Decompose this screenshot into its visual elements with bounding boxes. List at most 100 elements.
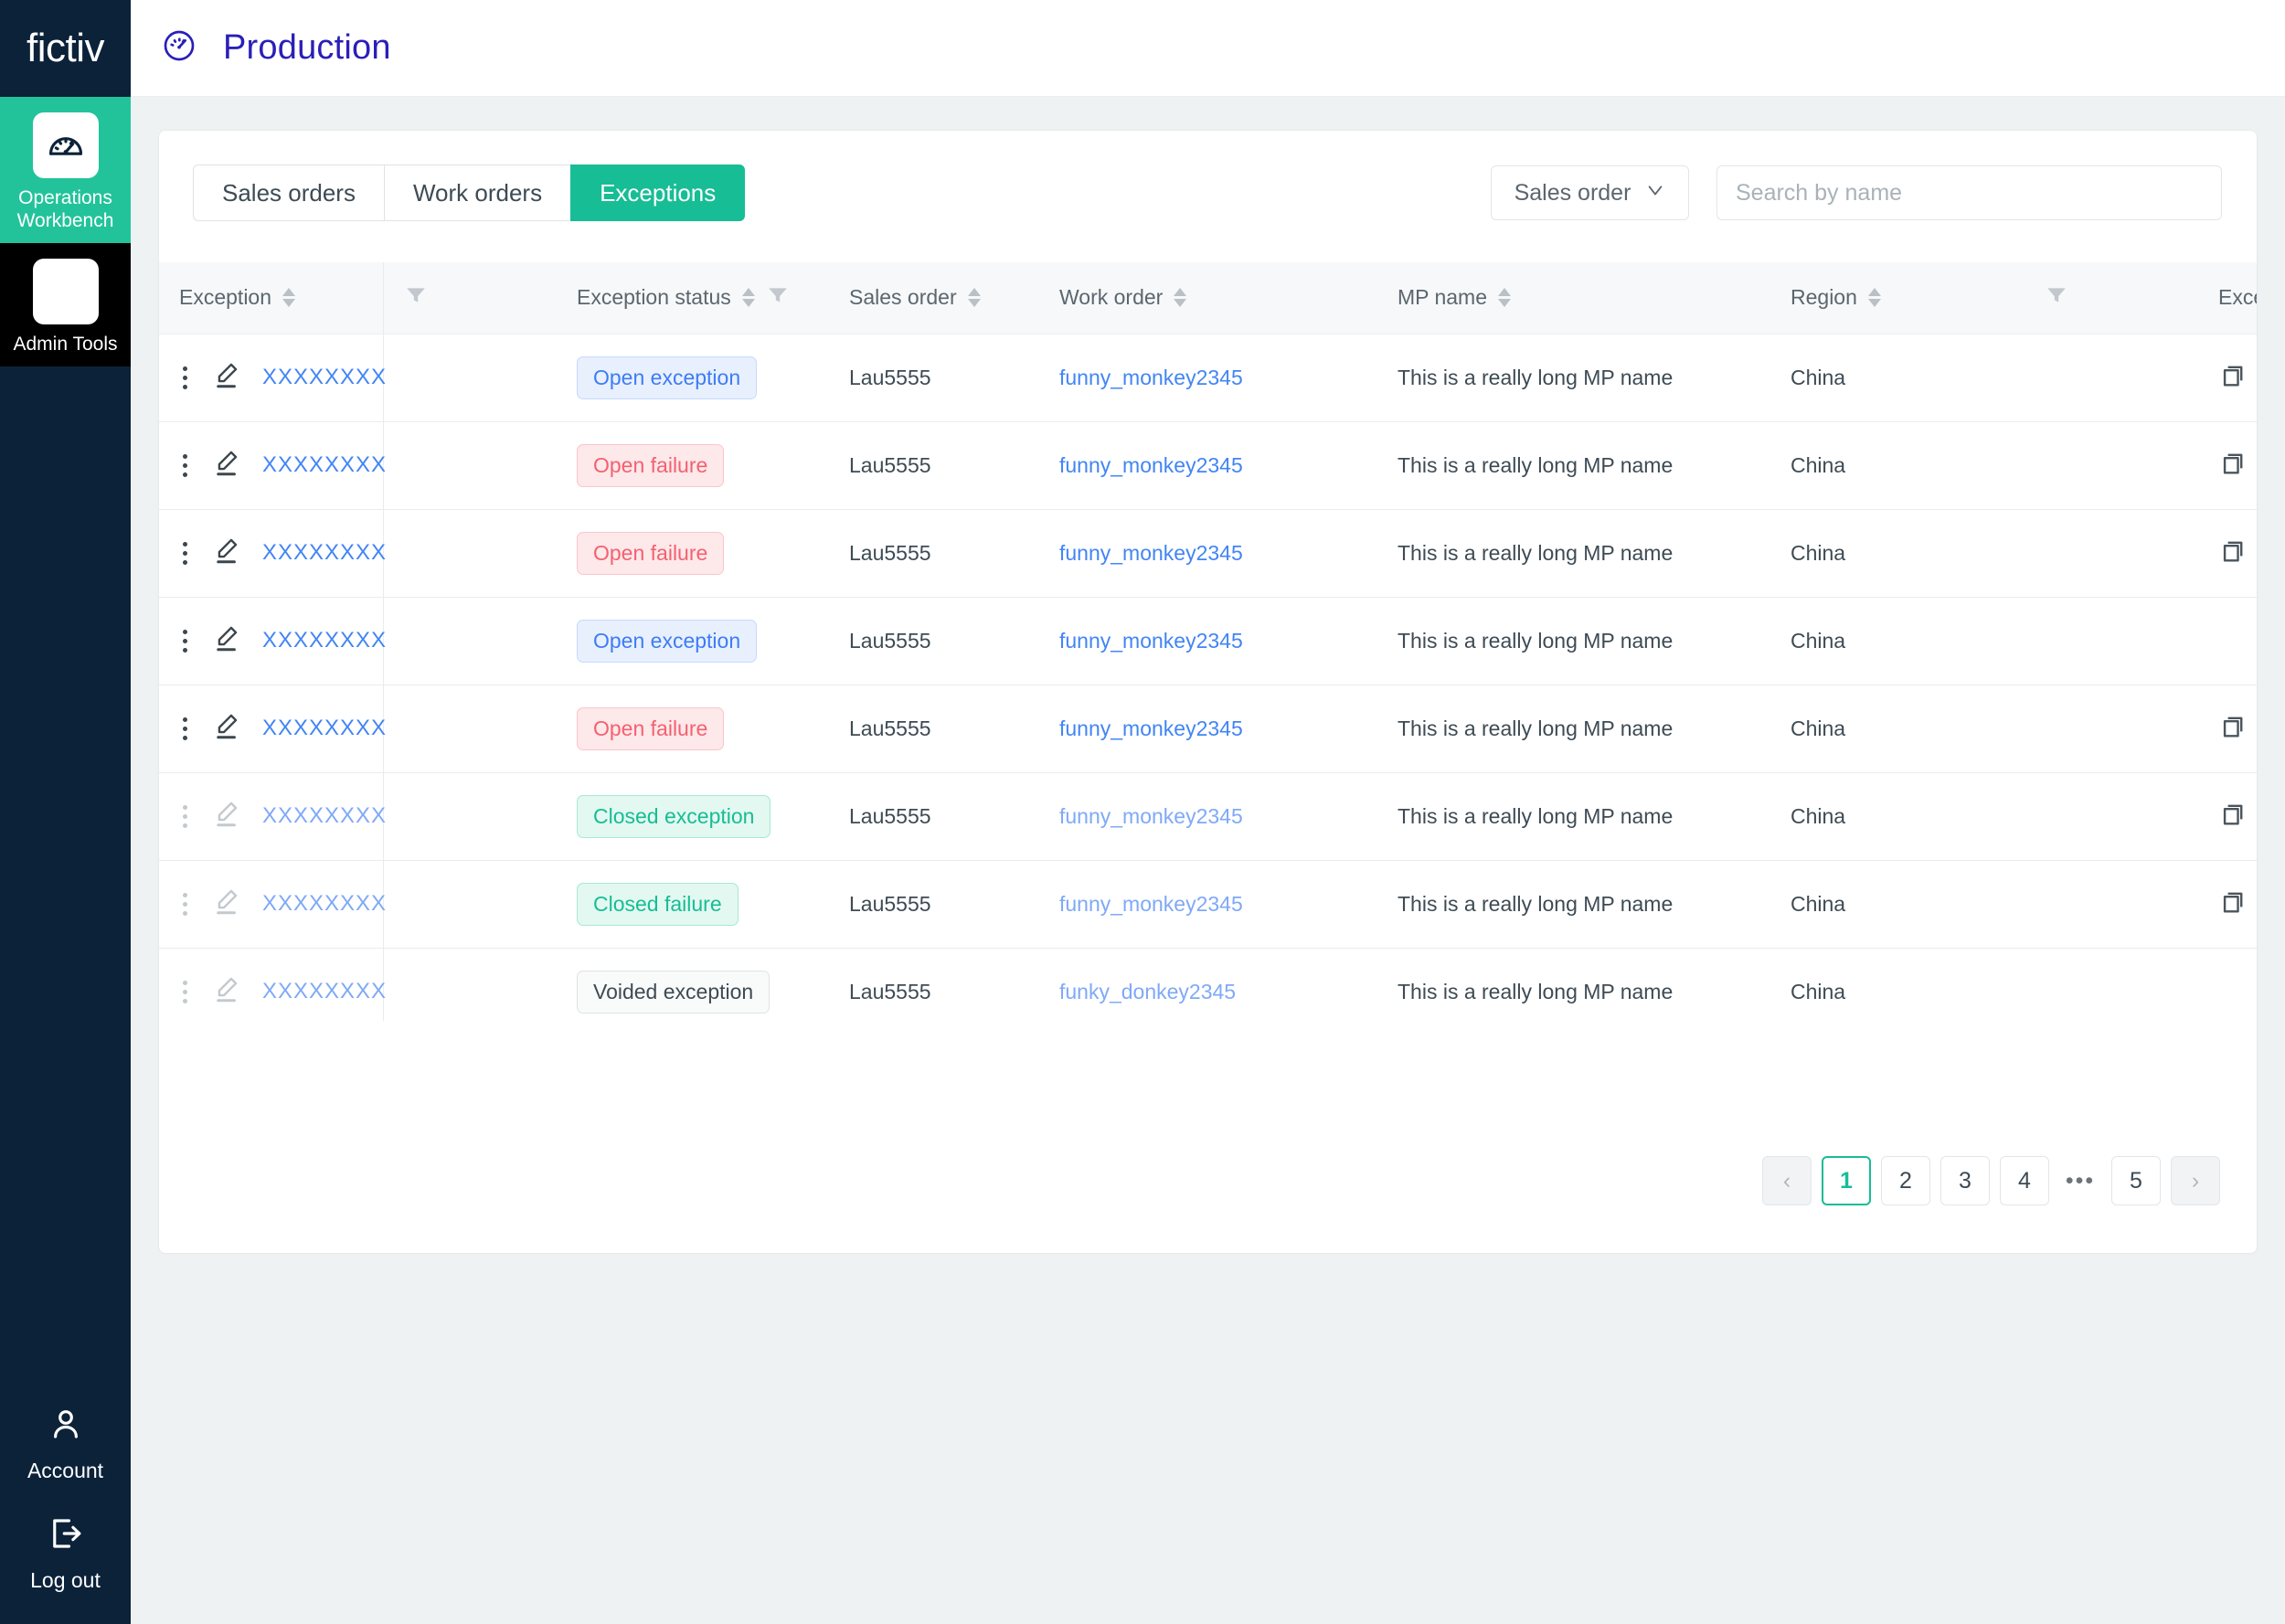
exception-link[interactable]: XXXXXXXX (262, 628, 387, 653)
cell-region-filter (2025, 772, 2198, 861)
exceptions-table: Exception Exception status Sales order W… (159, 262, 2257, 1021)
table-row[interactable]: XXXXXXXX Closed exception Lau5555 funny_… (159, 772, 2257, 861)
exception-link[interactable]: XXXXXXXX (262, 540, 387, 566)
table-row[interactable]: XXXXXXXX Closed failure Lau5555 funny_mo… (159, 860, 2257, 949)
row-menu-icon[interactable] (179, 538, 191, 568)
pagination-next[interactable]: › (2171, 1156, 2220, 1205)
edit-icon[interactable] (211, 886, 242, 922)
table-row[interactable]: XXXXXXXX Voided exception Lau5555 funky_… (159, 948, 2257, 1021)
cell-exception-status: Open failure (557, 421, 829, 510)
cell-sales-order: Lau5555 (829, 334, 1039, 422)
tab-work-orders[interactable]: Work orders (383, 165, 571, 221)
work-order-link[interactable]: funky_donkey2345 (1059, 980, 1236, 1003)
row-menu-icon[interactable] (179, 977, 191, 1007)
cell-sales-order: Lau5555 (829, 860, 1039, 949)
row-menu-icon[interactable] (179, 714, 191, 744)
search-box[interactable] (1716, 165, 2222, 220)
edit-icon[interactable] (211, 359, 242, 396)
exception-link[interactable]: XXXXXXXX (262, 452, 387, 478)
filter-icon[interactable] (2045, 288, 2068, 312)
sidebar-item-logout[interactable]: Log out (0, 1514, 131, 1624)
pagination-page-2[interactable]: 2 (1881, 1156, 1930, 1205)
col-header-mp-name[interactable]: MP name (1377, 262, 1770, 334)
row-menu-icon[interactable] (179, 889, 191, 919)
col-header-exception-type[interactable]: Exception ty (2198, 262, 2257, 334)
pagination: ‹ 1 2 3 4 ••• 5 › (1762, 1156, 2220, 1205)
pagination-page-1[interactable]: 1 (1822, 1156, 1871, 1205)
sort-icon[interactable] (967, 288, 981, 308)
edit-icon[interactable] (211, 622, 242, 659)
edit-icon[interactable] (211, 447, 242, 483)
tab-group: Sales orders Work orders Exceptions (193, 165, 746, 221)
exception-link[interactable]: XXXXXXXX (262, 365, 387, 390)
col-header-region[interactable]: Region (1770, 262, 2025, 334)
table-header: Exception Exception status Sales order W… (159, 262, 2257, 334)
exceptions-table-scroll[interactable]: Exception Exception status Sales order W… (159, 262, 2257, 1021)
copy-icon[interactable] (2218, 804, 2249, 833)
table-row[interactable]: XXXXXXXX Open exception Lau5555 funny_mo… (159, 597, 2257, 685)
edit-icon[interactable] (211, 798, 242, 834)
tab-exceptions[interactable]: Exceptions (570, 165, 746, 221)
work-order-link[interactable]: funny_monkey2345 (1059, 892, 1243, 916)
edit-icon[interactable] (211, 710, 242, 747)
sort-icon[interactable] (1174, 288, 1187, 308)
exception-link[interactable]: XXXXXXXX (262, 979, 387, 1004)
pagination-prev[interactable]: ‹ (1762, 1156, 1812, 1205)
exception-link[interactable]: XXXXXXXX (262, 803, 387, 829)
speedometer-icon (32, 112, 99, 178)
cell-mp-name: This is a really long MP name (1377, 509, 1770, 598)
table-row[interactable]: XXXXXXXX Open exception Lau5555 funny_mo… (159, 334, 2257, 422)
sidebar-item-admin-tools[interactable]: Admin Tools (0, 243, 131, 366)
pagination-page-4[interactable]: 4 (2000, 1156, 2049, 1205)
sidebar-item-operations-workbench[interactable]: Operations Workbench (0, 97, 131, 243)
pagination-page-last[interactable]: 5 (2111, 1156, 2161, 1205)
cell-sales-order: Lau5555 (829, 509, 1039, 598)
table-row[interactable]: XXXXXXXX Open failure Lau5555 funny_monk… (159, 421, 2257, 510)
edit-icon[interactable] (211, 535, 242, 571)
cell-exception-filter (383, 334, 557, 422)
row-menu-icon[interactable] (179, 451, 191, 481)
work-order-link[interactable]: funny_monkey2345 (1059, 366, 1243, 389)
cell-region-filter (2025, 509, 2198, 598)
work-order-link[interactable]: funny_monkey2345 (1059, 629, 1243, 653)
col-filter-exception[interactable] (383, 262, 557, 334)
brand-logo: fictiv (0, 0, 131, 97)
filter-icon[interactable] (404, 288, 428, 312)
col-header-exception[interactable]: Exception (159, 262, 384, 334)
sidebar-item-account[interactable]: Account (0, 1405, 131, 1514)
sort-icon[interactable] (741, 288, 755, 308)
filter-icon[interactable] (766, 283, 790, 313)
copy-icon[interactable] (2218, 716, 2249, 746)
tab-sales-orders[interactable]: Sales orders (193, 165, 384, 221)
col-filter-region[interactable] (2025, 262, 2198, 334)
row-menu-icon[interactable] (179, 363, 191, 393)
table-row[interactable]: XXXXXXXX Open failure Lau5555 funny_monk… (159, 509, 2257, 598)
row-menu-icon[interactable] (179, 801, 191, 832)
sort-icon[interactable] (1498, 288, 1512, 308)
work-order-link[interactable]: funny_monkey2345 (1059, 716, 1243, 740)
pagination-page-3[interactable]: 3 (1940, 1156, 1990, 1205)
copy-icon[interactable] (2218, 453, 2249, 483)
work-order-link[interactable]: funny_monkey2345 (1059, 453, 1243, 477)
exception-link[interactable]: XXXXXXXX (262, 716, 387, 741)
cell-exception-status: Closed failure (557, 860, 829, 949)
cell-exception: XXXXXXXX (159, 509, 386, 598)
filter-type-select[interactable]: Sales order (1491, 165, 1689, 220)
copy-icon[interactable] (2218, 366, 2249, 395)
search-input[interactable] (1736, 179, 2203, 207)
col-header-work-order[interactable]: Work order (1039, 262, 1377, 334)
copy-icon[interactable] (2218, 541, 2249, 570)
exception-link[interactable]: XXXXXXXX (262, 891, 387, 917)
work-order-link[interactable]: funny_monkey2345 (1059, 541, 1243, 565)
cell-exception-status: Open failure (557, 509, 829, 598)
col-header-sales-order[interactable]: Sales order (829, 262, 1039, 334)
row-menu-icon[interactable] (179, 626, 191, 656)
sort-icon[interactable] (282, 288, 296, 308)
copy-icon[interactable] (2218, 892, 2249, 921)
cell-region-filter (2025, 948, 2198, 1021)
sort-icon[interactable] (1867, 288, 1881, 308)
edit-icon[interactable] (211, 973, 242, 1010)
col-header-exception-status[interactable]: Exception status (557, 262, 829, 334)
work-order-link[interactable]: funny_monkey2345 (1059, 804, 1243, 828)
table-row[interactable]: XXXXXXXX Open failure Lau5555 funny_monk… (159, 685, 2257, 773)
